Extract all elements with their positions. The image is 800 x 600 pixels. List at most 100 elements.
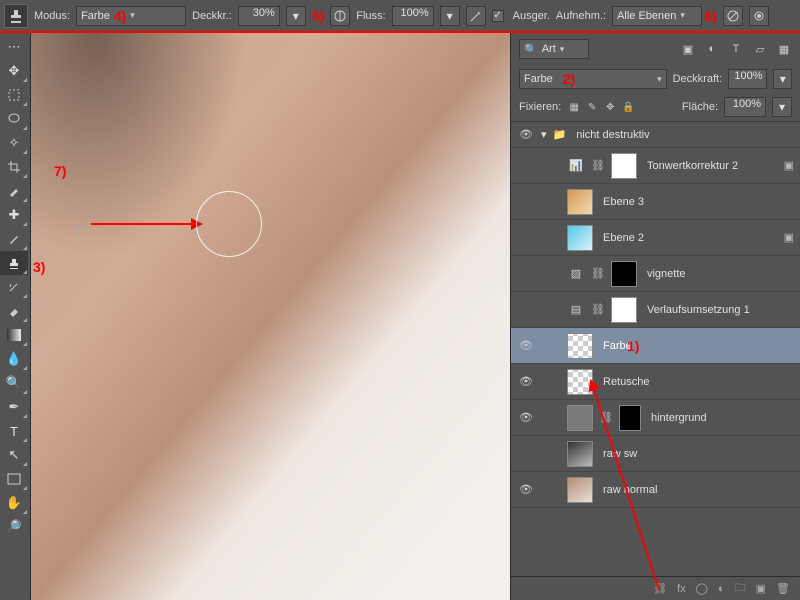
layer-name[interactable]: hintergrund bbox=[647, 412, 800, 424]
marquee-tool-icon[interactable] bbox=[0, 83, 28, 107]
group-icon[interactable]: 🗀 bbox=[735, 579, 746, 598]
filter-shape-icon[interactable]: ▱ bbox=[752, 42, 768, 56]
shape-tool-icon[interactable] bbox=[0, 467, 28, 491]
layer-name[interactable]: Ebene 2 bbox=[599, 232, 800, 244]
annotation-1: 1) bbox=[627, 338, 639, 354]
mask-thumb[interactable] bbox=[611, 261, 637, 287]
layer-name[interactable]: vignette bbox=[643, 268, 800, 280]
layer-name[interactable]: raw sw bbox=[599, 448, 800, 460]
sample-dropdown[interactable]: Alle Ebenen ▾ bbox=[612, 6, 702, 26]
layer-row[interactable]: Ebene 3 bbox=[511, 184, 800, 220]
lock-transparent-icon[interactable]: ▦ bbox=[567, 100, 581, 114]
layers-panel: 🔍 Art ▾ ▣ ◐ T ▱ ▦ Farbe 2) ▾ Deckkraft: … bbox=[510, 33, 800, 600]
layer-row[interactable]: Ebene 2 ▣ bbox=[511, 220, 800, 256]
sample-value: Alle Ebenen bbox=[617, 10, 676, 22]
eyedropper-tool-icon[interactable] bbox=[0, 179, 28, 203]
opacity-stepper[interactable]: ▾ bbox=[286, 6, 306, 26]
layer-row-selected[interactable]: 👁 Farbe 1) bbox=[511, 328, 800, 364]
layer-row[interactable]: ▤ ⛓ Verlaufsumsetzung 1 bbox=[511, 292, 800, 328]
group-name[interactable]: nicht destruktiv bbox=[572, 129, 800, 141]
mode-value: Farbe bbox=[81, 10, 110, 22]
blur-tool-icon[interactable]: 💧 bbox=[0, 347, 28, 371]
filter-image-icon[interactable]: ▣ bbox=[680, 42, 696, 56]
visibility-icon[interactable]: 👁 bbox=[517, 128, 535, 141]
tab-handle-icon[interactable]: ⋯ bbox=[0, 35, 28, 59]
filter-type-icon[interactable]: T bbox=[728, 42, 744, 56]
layer-opacity-input[interactable]: 100% bbox=[728, 69, 767, 89]
flow-input[interactable]: 100% bbox=[392, 6, 434, 26]
history-brush-tool-icon[interactable] bbox=[0, 275, 28, 299]
ignore-adjustments-icon[interactable] bbox=[723, 6, 743, 26]
layer-thumb[interactable] bbox=[567, 189, 593, 215]
layer-name[interactable]: Verlaufsumsetzung 1 bbox=[643, 304, 800, 316]
hand-tool-icon[interactable]: ✋ bbox=[0, 491, 28, 515]
flow-stepper[interactable]: ▾ bbox=[440, 6, 460, 26]
lasso-tool-icon[interactable] bbox=[0, 107, 28, 131]
crop-tool-icon[interactable] bbox=[0, 155, 28, 179]
mask-thumb[interactable] bbox=[611, 297, 637, 323]
layer-name[interactable]: raw normal bbox=[599, 484, 800, 496]
layer-thumb[interactable] bbox=[567, 225, 593, 251]
dodge-tool-icon[interactable]: 🔍 bbox=[0, 371, 28, 395]
layer-row[interactable]: 👁 ⛓ hintergrund bbox=[511, 400, 800, 436]
annotation-6: 6) bbox=[704, 8, 716, 24]
fill-input[interactable]: 100% bbox=[724, 97, 766, 117]
blend-mode-dropdown[interactable]: Farbe 2) ▾ bbox=[519, 69, 667, 89]
gradient-tool-icon[interactable] bbox=[0, 323, 28, 347]
mode-dropdown[interactable]: Farbe 4) ▾ bbox=[76, 6, 186, 26]
filter-adjust-icon[interactable]: ◐ bbox=[704, 42, 720, 56]
heal-tool-icon[interactable]: ✚ bbox=[0, 203, 28, 227]
fx-icon[interactable]: fx bbox=[677, 583, 686, 595]
filter-smart-icon[interactable]: ▦ bbox=[776, 42, 792, 56]
mask-icon[interactable]: ◯ bbox=[696, 582, 708, 595]
brush-tool-icon[interactable] bbox=[0, 227, 28, 251]
lock-all-icon[interactable]: 🔒 bbox=[621, 100, 635, 114]
pen-tool-icon[interactable]: ✒ bbox=[0, 395, 28, 419]
layer-name[interactable]: Tonwertkorrektur 2 bbox=[643, 160, 800, 172]
pressure-opacity-icon[interactable] bbox=[330, 6, 350, 26]
layer-row[interactable]: 👁 Retusche bbox=[511, 364, 800, 400]
trash-icon[interactable]: 🗑 bbox=[776, 582, 790, 595]
layer-opacity-stepper[interactable]: ▾ bbox=[773, 69, 792, 89]
visibility-icon[interactable]: 👁 bbox=[517, 375, 535, 388]
layer-filter-dropdown[interactable]: 🔍 Art ▾ bbox=[519, 39, 589, 59]
lock-pixels-icon[interactable]: ✎ bbox=[585, 100, 599, 114]
aligned-checkbox[interactable]: ✓ bbox=[492, 10, 504, 22]
disclosure-icon[interactable]: ▾ bbox=[541, 128, 547, 141]
visibility-icon[interactable]: 👁 bbox=[517, 411, 535, 424]
adjustment-icon[interactable]: ◐ bbox=[718, 583, 725, 595]
layer-row[interactable]: 👁 raw normal bbox=[511, 472, 800, 508]
layer-name[interactable]: Retusche bbox=[599, 376, 800, 388]
new-layer-icon[interactable]: ▣ bbox=[756, 582, 766, 595]
layer-row[interactable]: raw sw bbox=[511, 436, 800, 472]
type-tool-icon[interactable]: T bbox=[0, 419, 28, 443]
layer-group-row[interactable]: 👁 ▾ 📁 nicht destruktiv bbox=[511, 122, 800, 148]
layer-row[interactable]: 📊 ⛓ Tonwertkorrektur 2 ▣ bbox=[511, 148, 800, 184]
layer-thumb[interactable] bbox=[567, 441, 593, 467]
airbrush-icon[interactable] bbox=[466, 6, 486, 26]
layer-name[interactable]: Ebene 3 bbox=[599, 196, 800, 208]
opacity-input[interactable]: 30% bbox=[238, 6, 280, 26]
layer-thumb[interactable] bbox=[567, 333, 593, 359]
wand-tool-icon[interactable]: ✧ bbox=[0, 131, 28, 155]
document-canvas[interactable]: + bbox=[31, 33, 510, 600]
visibility-icon[interactable]: 👁 bbox=[517, 339, 535, 352]
path-select-tool-icon[interactable]: ↖ bbox=[0, 443, 28, 467]
folder-icon: 📁 bbox=[553, 128, 567, 141]
layer-thumb[interactable] bbox=[567, 477, 593, 503]
brush-cursor-icon bbox=[196, 191, 262, 257]
layer-thumb[interactable] bbox=[567, 405, 593, 431]
visibility-icon[interactable]: 👁 bbox=[517, 483, 535, 496]
lock-position-icon[interactable]: ✥ bbox=[603, 100, 617, 114]
mask-thumb[interactable] bbox=[619, 405, 641, 431]
zoom-tool-icon[interactable]: 🔎 bbox=[0, 515, 28, 539]
mask-thumb[interactable] bbox=[611, 153, 637, 179]
stamp-tool-icon[interactable] bbox=[0, 251, 28, 275]
fill-stepper[interactable]: ▾ bbox=[772, 97, 792, 117]
layer-row[interactable]: ▨ ⛓ vignette bbox=[511, 256, 800, 292]
eraser-tool-icon[interactable] bbox=[0, 299, 28, 323]
move-tool-icon[interactable]: ✥ bbox=[0, 59, 28, 83]
aligned-label: Ausger. bbox=[513, 10, 550, 22]
pressure-size-icon[interactable] bbox=[749, 6, 769, 26]
chevron-down-icon: ▾ bbox=[657, 74, 662, 85]
